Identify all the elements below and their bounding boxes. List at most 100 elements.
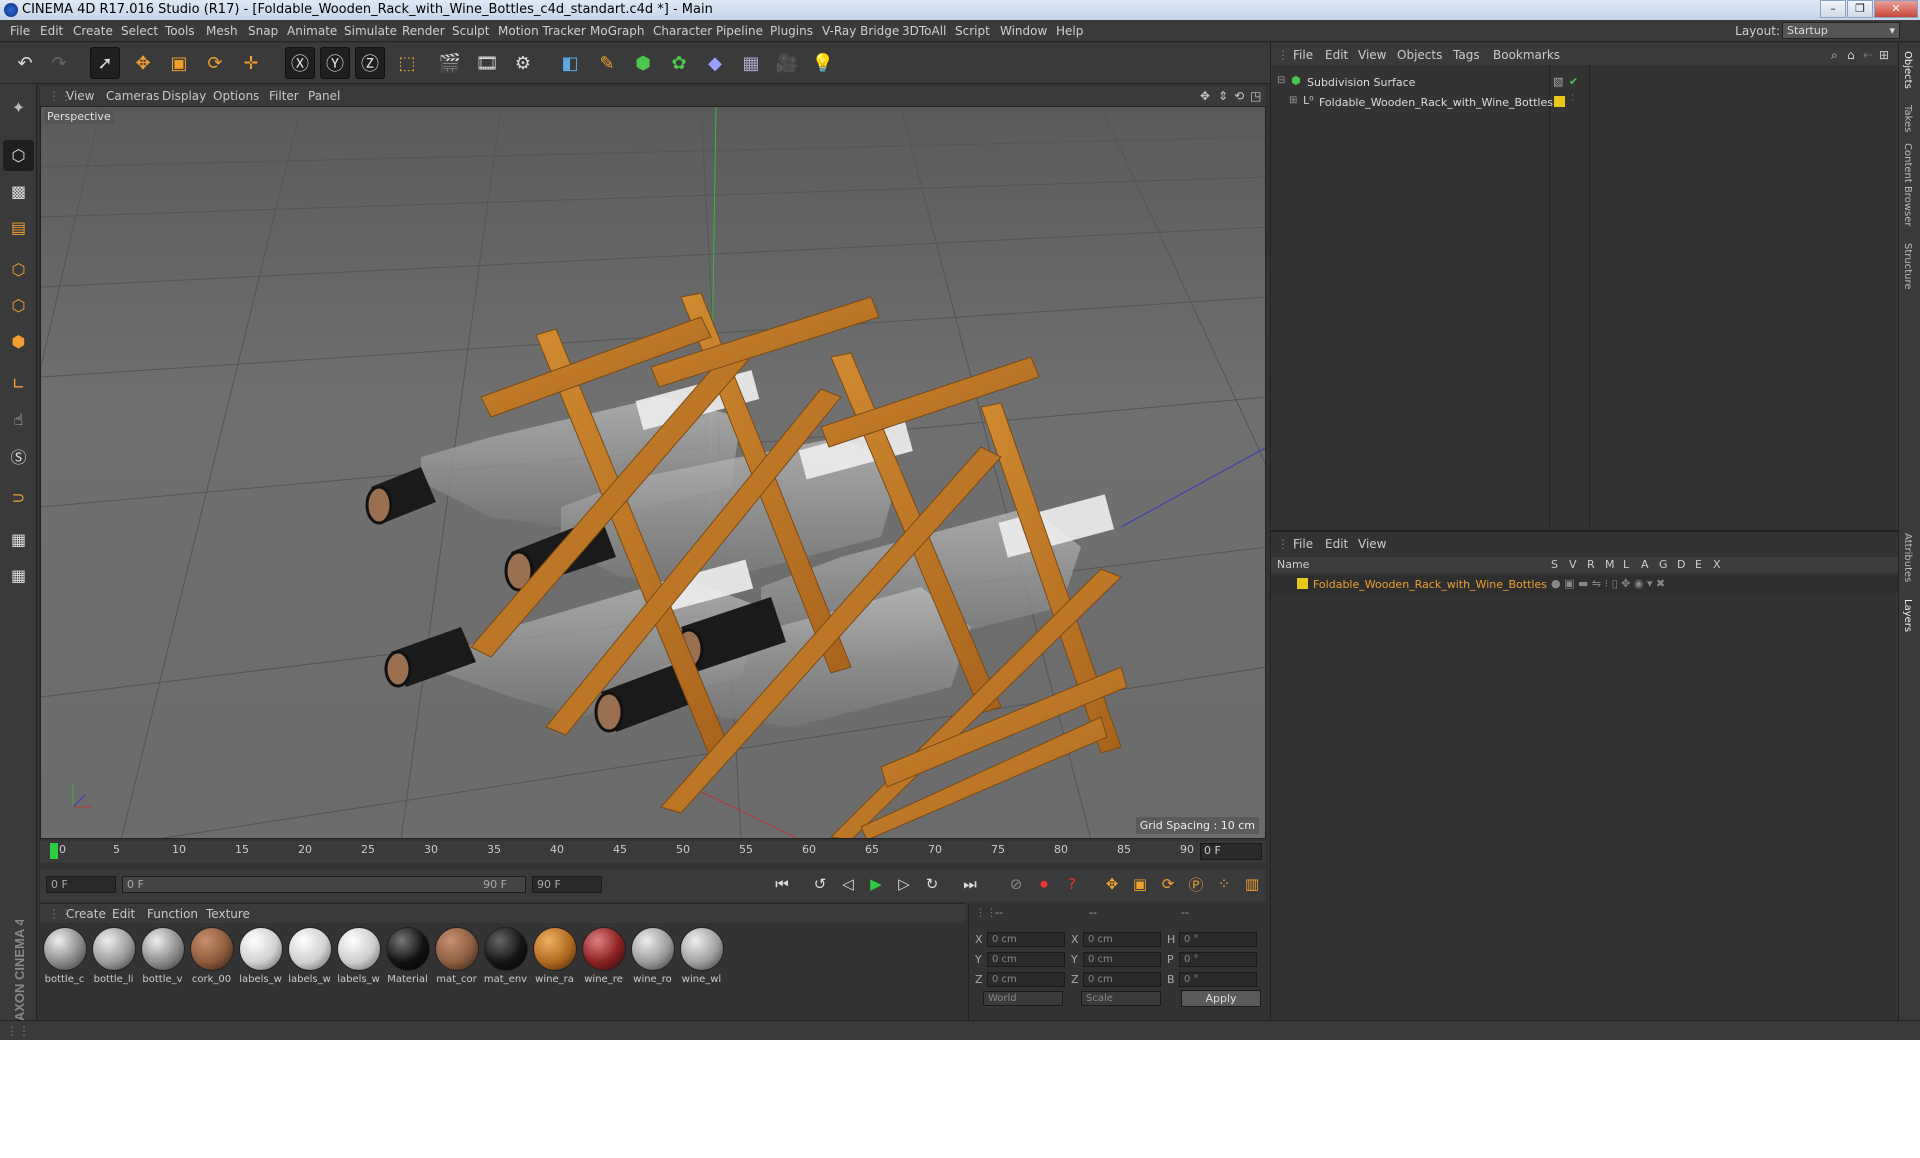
material-menu-texture[interactable]: Texture (206, 907, 250, 921)
material-item[interactable]: cork_00 (189, 927, 234, 985)
rotate-tool-icon[interactable]: ⟳ (200, 47, 230, 79)
previous-key-icon[interactable]: ↺ (808, 872, 832, 896)
3d-viewport[interactable]: Perspective Grid Spacing : 10 cm (40, 106, 1266, 839)
object-menu-view[interactable]: View (1358, 48, 1386, 62)
layout-select[interactable]: Startup ▾ (1782, 22, 1900, 39)
redo-icon[interactable]: ↷ (44, 47, 74, 79)
menu-select[interactable]: Select (121, 24, 158, 38)
viewport-menu-options[interactable]: Options (213, 89, 259, 103)
render-settings-icon[interactable]: ⚙ (508, 47, 538, 79)
play-icon[interactable]: ▶ (864, 872, 888, 896)
layer-color-swatch[interactable] (1297, 578, 1308, 589)
visibility-dots-icon[interactable]: ⁚ (1571, 94, 1574, 104)
expand-icon[interactable]: ⊞ (1289, 95, 1297, 106)
viewport-camera-label[interactable]: Perspective (44, 109, 114, 124)
deformer-icon[interactable]: ◆ (700, 47, 730, 79)
object-menu-tags[interactable]: Tags (1453, 48, 1480, 62)
object-menu-edit[interactable]: Edit (1325, 48, 1348, 62)
menu-pipeline[interactable]: Pipeline (716, 24, 763, 38)
material-item[interactable]: mat_cor (434, 927, 479, 985)
cube-icon[interactable]: ◧ (555, 47, 585, 79)
tab-structure[interactable]: Structure (1902, 243, 1913, 290)
layer-toggle-icons[interactable]: ● ▣ ▬ ⇋ ⁝ ▯ ✥ ◉ ▾ ✖ (1551, 577, 1665, 590)
object-menu-file[interactable]: File (1293, 48, 1313, 62)
menu-render[interactable]: Render (402, 24, 445, 38)
planar-workplane-icon[interactable]: ▦ (3, 560, 34, 591)
current-frame-field[interactable]: 0 F (1200, 843, 1262, 860)
size-z-field[interactable]: 0 cm (1083, 972, 1161, 987)
viewport-menu-filter[interactable]: Filter (269, 89, 299, 103)
timeline-ruler[interactable]: 0 5 10 15 20 25 30 35 40 45 50 55 60 65 … (40, 841, 1266, 863)
maximize-view-icon[interactable]: ◳ (1250, 89, 1261, 103)
locked-workplane-icon[interactable]: ▦ (3, 524, 34, 555)
coordinate-system-icon[interactable]: ⬚ (392, 47, 422, 79)
material-item[interactable]: bottle_v (140, 927, 185, 985)
rotation-p-field[interactable]: 0 ° (1179, 952, 1257, 967)
menu-plugins[interactable]: Plugins (770, 24, 813, 38)
menu-snap[interactable]: Snap (248, 24, 278, 38)
close-button[interactable]: ✕ (1874, 0, 1918, 18)
floor-icon[interactable]: ▦ (736, 47, 766, 79)
menu-script[interactable]: Script (955, 24, 990, 38)
menu-vray-bridge[interactable]: V-Ray Bridge (822, 24, 899, 38)
menu-animate[interactable]: Animate (287, 24, 337, 38)
menu-window[interactable]: Window (1000, 24, 1047, 38)
maximize-button[interactable]: ❐ (1847, 0, 1873, 18)
material-item[interactable]: mat_env (483, 927, 528, 985)
menu-motion-tracker[interactable]: Motion Tracker (498, 24, 586, 38)
previous-frame-icon[interactable]: ◁ (836, 872, 860, 896)
record-icon[interactable]: ⏺ (1032, 872, 1056, 896)
key-scale-icon[interactable]: ▣ (1128, 872, 1152, 896)
material-item[interactable]: bottle_c (42, 927, 87, 985)
magnet-icon[interactable]: ⊃ (3, 482, 34, 513)
go-to-start-icon[interactable]: ⏮ (770, 872, 794, 896)
menu-sculpt[interactable]: Sculpt (452, 24, 489, 38)
pen-spline-icon[interactable]: ✎ (592, 47, 622, 79)
menu-3dtoall[interactable]: 3DToAll (902, 24, 946, 38)
rotation-b-field[interactable]: 0 ° (1179, 972, 1257, 987)
size-x-field[interactable]: 0 cm (1083, 932, 1161, 947)
zoom-view-icon[interactable]: ⇕ (1218, 89, 1228, 103)
minimize-button[interactable]: – (1820, 0, 1846, 18)
viewport-menu-display[interactable]: Display (162, 89, 206, 103)
material-menu-create[interactable]: Create (66, 907, 106, 921)
tab-attributes[interactable]: Attributes (1902, 533, 1913, 582)
workplane-icon[interactable]: ▤ (3, 212, 34, 243)
playhead[interactable] (50, 843, 58, 859)
layer-color-swatch[interactable] (1554, 96, 1565, 107)
layer-menu-view[interactable]: View (1358, 537, 1386, 551)
tab-layers[interactable]: Layers (1902, 599, 1913, 632)
keyframe-selection-icon[interactable]: ⊘ (1004, 872, 1028, 896)
key-rotation-icon[interactable]: ⟳ (1156, 872, 1180, 896)
menu-mesh[interactable]: Mesh (206, 24, 238, 38)
viewport-menu-view[interactable]: View (66, 89, 94, 103)
next-frame-icon[interactable]: ▷ (892, 872, 916, 896)
next-key-icon[interactable]: ↻ (920, 872, 944, 896)
texture-mode-icon[interactable]: ▩ (3, 176, 34, 207)
tab-objects[interactable]: Objects (1902, 51, 1913, 89)
select-tool-icon[interactable]: ➚ (90, 47, 120, 79)
menu-simulate[interactable]: Simulate (344, 24, 397, 38)
menu-edit[interactable]: Edit (40, 24, 63, 38)
menu-tools[interactable]: Tools (165, 24, 195, 38)
end-frame-field[interactable]: 90 F (532, 876, 602, 893)
new-view-icon[interactable]: ⊞ (1879, 48, 1889, 62)
tab-content-browser[interactable]: Content Browser (1902, 143, 1913, 226)
camera-icon[interactable]: 🎥 (772, 47, 802, 79)
snap-icon[interactable]: Ⓢ (3, 440, 34, 471)
material-item[interactable]: bottle_li (91, 927, 136, 985)
frame-range-slider[interactable]: 0 F 90 F (122, 876, 526, 893)
object-menu-bookmarks[interactable]: Bookmarks (1493, 48, 1560, 62)
search-icon[interactable]: ⌕ (1831, 48, 1838, 63)
move-tool-icon[interactable]: ✥ (128, 47, 158, 79)
edit-tag-icon[interactable]: ▧ (1553, 75, 1563, 88)
light-icon[interactable]: 💡 (808, 47, 838, 79)
layer-menu-file[interactable]: File (1293, 537, 1313, 551)
model-mode-icon[interactable]: ⬡ (3, 140, 34, 171)
scale-mode-select[interactable]: Scale (1081, 991, 1161, 1006)
menu-create[interactable]: Create (73, 24, 113, 38)
menu-character[interactable]: Character (653, 24, 712, 38)
size-y-field[interactable]: 0 cm (1083, 952, 1161, 967)
edges-mode-icon[interactable]: ⬡ (3, 290, 34, 321)
collapse-icon[interactable]: ⊟ (1277, 75, 1285, 86)
